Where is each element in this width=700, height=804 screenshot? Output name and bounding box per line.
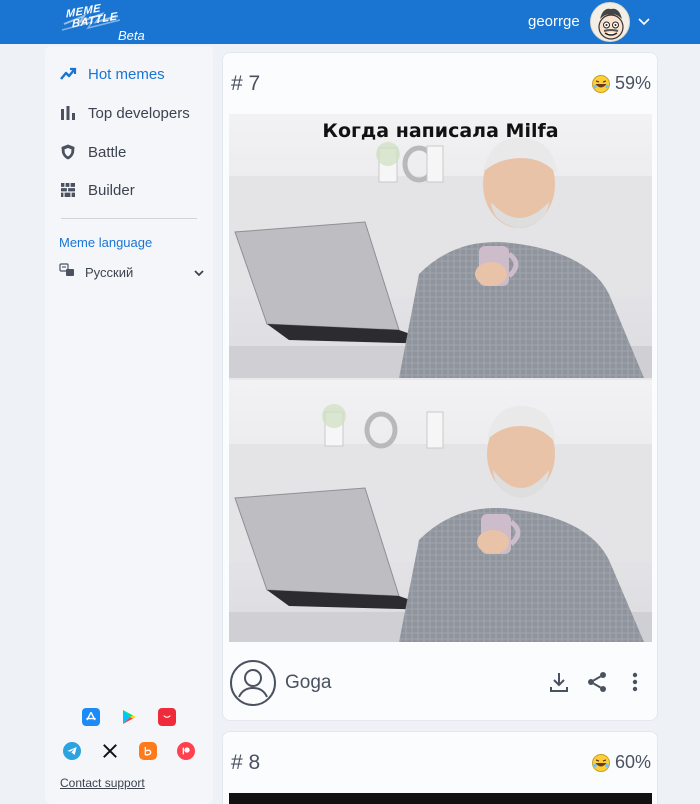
nav-label: Top developers [88, 104, 190, 122]
app-links-row [45, 708, 213, 726]
share-icon[interactable] [585, 670, 609, 694]
translate-icon [59, 262, 75, 283]
bar-chart-icon [59, 104, 77, 122]
nav-label: Hot memes [88, 65, 165, 83]
meme-caption: Когда написала Milfa [322, 120, 559, 142]
meme-battle-logo[interactable]: MEME BATTLE Beta [62, 2, 152, 43]
beta-tag: Beta [118, 28, 145, 43]
nav-label: Battle [88, 143, 127, 161]
post-score: 59% [591, 73, 651, 94]
user-avatar[interactable] [590, 2, 630, 42]
patreon-icon[interactable] [177, 742, 195, 760]
app-store-icon[interactable] [82, 708, 100, 726]
sidebar-divider [61, 218, 197, 219]
post-rank: # 8 [231, 751, 261, 774]
post-actions [533, 670, 647, 694]
nav-battle[interactable]: Battle [59, 140, 126, 164]
chevron-down-icon [193, 266, 205, 284]
nav-builder[interactable]: Builder [59, 178, 135, 202]
sidebar: Hot memes Top developers Battle Builder … [45, 46, 213, 804]
language-value: Русский [85, 264, 134, 280]
avatar-cartoon-icon [598, 8, 624, 40]
meme-post-card: # 8 60% [222, 731, 658, 804]
post-rank: # 7 [231, 72, 261, 95]
download-icon[interactable] [547, 670, 571, 694]
default-avatar-icon [229, 659, 277, 707]
telegram-icon[interactable] [63, 742, 81, 760]
more-options-icon[interactable] [623, 670, 647, 694]
meme-picture [229, 114, 652, 642]
post-score: 60% [591, 752, 651, 773]
meme-post-card: # 7 59% Когда написала Milfa Goga [222, 52, 658, 721]
score-value: 59% [614, 73, 651, 93]
chevron-down-icon[interactable] [637, 14, 651, 28]
meme-image[interactable]: Когда написала Milfa [229, 114, 652, 642]
nav-label: Builder [88, 181, 135, 199]
contact-support-link[interactable]: Contact support [60, 776, 145, 790]
laughing-emoji-icon [591, 753, 611, 773]
language-select[interactable]: Русский [59, 262, 205, 282]
meme-language-title: Meme language [59, 235, 153, 250]
social-links-row [45, 742, 213, 760]
post-author[interactable]: Goga [229, 659, 331, 707]
laughing-emoji-icon [591, 74, 611, 94]
bluesky-icon[interactable] [139, 742, 157, 760]
username[interactable]: georrge [528, 13, 580, 30]
author-name: Goga [285, 672, 332, 693]
meme-image[interactable] [229, 793, 652, 804]
trending-icon [59, 65, 77, 83]
grid-builder-icon [59, 181, 77, 199]
top-header: MEME BATTLE Beta georrge [0, 0, 700, 44]
nav-top-developers[interactable]: Top developers [59, 101, 190, 125]
nav-hot-memes[interactable]: Hot memes [59, 62, 165, 86]
score-value: 60% [614, 752, 651, 772]
google-play-icon[interactable] [120, 708, 138, 726]
huawei-gallery-icon[interactable] [158, 708, 176, 726]
x-icon[interactable] [101, 742, 119, 760]
shield-icon [59, 143, 77, 161]
